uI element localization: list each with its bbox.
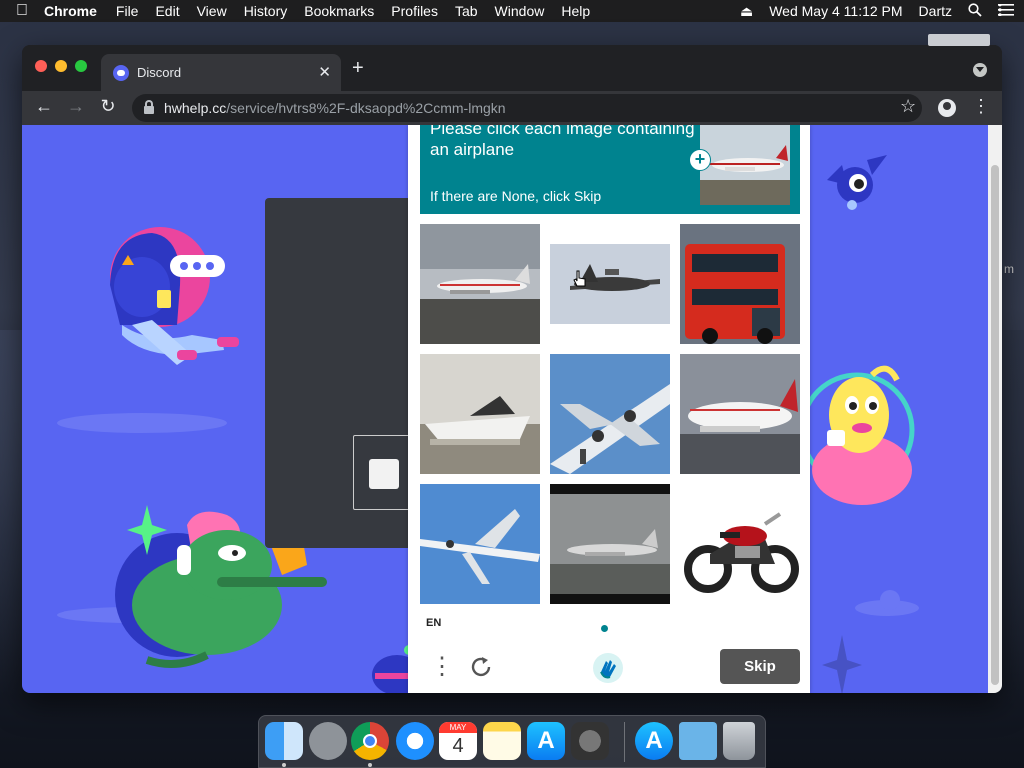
browser-menu-icon[interactable]: ⋮ <box>972 96 990 117</box>
eject-icon[interactable]: ⏏ <box>740 3 753 20</box>
more-options-icon[interactable]: ⋮ <box>430 655 454 679</box>
browser-window: Discord ✕ + ← → ↻ hwhelp.cc/service/hvtr… <box>22 45 1002 693</box>
close-window-button[interactable] <box>35 60 47 72</box>
menu-profiles[interactable]: Profiles <box>391 3 438 19</box>
chrome-icon[interactable] <box>351 722 389 760</box>
spotlight-search-icon[interactable] <box>968 2 982 20</box>
app-store-icon[interactable]: A <box>635 722 673 760</box>
downloads-folder-icon[interactable] <box>679 722 717 760</box>
menubar-user[interactable]: Dartz <box>919 3 952 19</box>
notes-icon[interactable] <box>483 722 521 760</box>
url-host: hwhelp.cc <box>164 100 227 116</box>
tab-bar: Discord ✕ + <box>22 45 1002 91</box>
menu-bookmarks[interactable]: Bookmarks <box>304 3 374 19</box>
close-tab-icon[interactable]: ✕ <box>318 63 331 81</box>
image-tile[interactable] <box>420 354 540 474</box>
hcaptcha-logo-icon[interactable] <box>592 652 624 684</box>
calendar-month: MAY <box>439 722 477 733</box>
menu-view[interactable]: View <box>197 3 227 19</box>
cloud-illustration <box>855 590 919 616</box>
hand-cursor-icon <box>573 270 586 287</box>
challenge-title: Please click each image containing an ai… <box>430 125 695 159</box>
menu-app-name[interactable]: Chrome <box>44 3 97 19</box>
tab-title: Discord <box>137 65 182 80</box>
menu-history[interactable]: History <box>244 3 288 19</box>
launchpad-icon[interactable] <box>309 722 347 760</box>
zoom-window-button[interactable] <box>75 60 87 72</box>
skip-button[interactable]: Skip <box>720 649 800 684</box>
image-tile[interactable] <box>680 224 800 344</box>
flying-creature-illustration <box>827 155 887 210</box>
image-tile[interactable] <box>680 484 800 604</box>
app-store-icon[interactable]: A <box>527 722 565 760</box>
zoom-example-icon[interactable]: + <box>689 149 711 171</box>
sparkle-icon <box>822 635 862 693</box>
running-indicator <box>282 763 286 767</box>
menu-tab[interactable]: Tab <box>455 3 478 19</box>
yellow-creature-illustration <box>807 365 915 505</box>
calendar-day: 4 <box>452 735 464 757</box>
trash-icon[interactable] <box>723 722 755 760</box>
tab-search-icon[interactable] <box>973 63 987 77</box>
forward-arrow-icon[interactable]: → <box>64 96 88 117</box>
dock: MAY 4 A A <box>258 715 766 768</box>
person-with-phone-illustration <box>110 227 239 365</box>
hcaptcha-widget[interactable] <box>353 435 413 510</box>
image-tile[interactable] <box>420 224 540 344</box>
image-tile[interactable] <box>550 354 670 474</box>
hcaptcha-challenge: Please click each image containing an ai… <box>408 125 810 693</box>
challenge-subtitle: If there are None, click Skip <box>430 188 602 204</box>
desktop-edge-text: m <box>1004 262 1014 276</box>
menu-window[interactable]: Window <box>495 3 545 19</box>
bookmark-star-icon[interactable]: ☆ <box>900 96 916 117</box>
language-selector[interactable]: EN <box>426 617 441 629</box>
url-path: /service/hvtrs8%2F-dksaopd%2Ccmm-lmgkn <box>226 100 506 116</box>
lock-icon[interactable] <box>144 100 154 114</box>
dock-separator <box>624 722 625 762</box>
running-indicator <box>368 763 372 767</box>
finder-icon[interactable] <box>265 722 303 760</box>
scrollbar-thumb[interactable] <box>991 165 999 685</box>
desktop-window-thumbnail <box>928 34 990 46</box>
safari-icon[interactable] <box>396 722 434 760</box>
discord-favicon-icon <box>113 64 129 81</box>
example-airplane-image[interactable] <box>700 125 790 205</box>
system-preferences-icon[interactable] <box>571 722 609 760</box>
browser-toolbar: ← → ↻ hwhelp.cc/service/hvtrs8%2F-dksaop… <box>22 91 1002 125</box>
refresh-challenge-icon[interactable] <box>468 654 494 680</box>
menu-file[interactable]: File <box>116 3 139 19</box>
image-tile[interactable] <box>680 354 800 474</box>
profile-avatar-icon[interactable] <box>938 99 956 117</box>
control-center-icon[interactable] <box>998 3 1014 19</box>
challenge-header: Please click each image containing an ai… <box>420 125 800 214</box>
cloud-illustration <box>57 413 227 433</box>
menubar-clock[interactable]: Wed May 4 11:12 PM <box>769 3 902 19</box>
new-tab-icon[interactable]: + <box>352 57 364 80</box>
page-indicator-dot <box>601 625 608 632</box>
calendar-icon[interactable]: MAY 4 <box>439 722 477 760</box>
image-tile[interactable] <box>550 224 670 344</box>
menu-help[interactable]: Help <box>561 3 590 19</box>
image-grid <box>420 224 800 605</box>
back-arrow-icon[interactable]: ← <box>32 96 56 117</box>
reload-icon[interactable]: ↻ <box>96 96 120 117</box>
menubar:  Chrome File Edit View History Bookmark… <box>0 0 1024 22</box>
discord-page: Please click each image containing an ai… <box>22 125 988 693</box>
image-tile[interactable] <box>420 484 540 604</box>
hcaptcha-checkbox[interactable] <box>369 459 399 489</box>
apple-icon[interactable]:  <box>0 2 44 20</box>
address-bar[interactable]: hwhelp.cc/service/hvtrs8%2F-dksaopd%2Ccm… <box>132 94 922 122</box>
image-tile[interactable] <box>550 484 670 604</box>
minimize-window-button[interactable] <box>55 60 67 72</box>
page-scrollbar[interactable] <box>988 125 1002 693</box>
menu-edit[interactable]: Edit <box>155 3 179 19</box>
tab-discord[interactable]: Discord ✕ <box>101 54 341 91</box>
